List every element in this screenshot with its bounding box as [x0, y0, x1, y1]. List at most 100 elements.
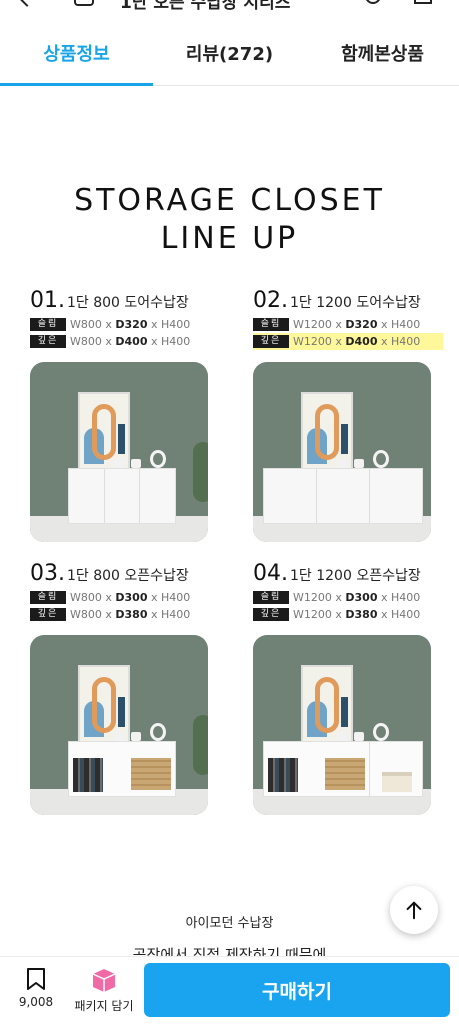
product-card-04[interactable]: 04. 1단 1200 오픈수납장 슬림 W1200 x D300 x H400…: [253, 561, 443, 815]
plant: [193, 715, 208, 775]
plant-pot: [114, 459, 124, 468]
spec-width: W800: [70, 335, 102, 348]
top-header: 1단 오픈 수납장 시리즈: [0, 0, 459, 12]
spec-sep: x: [380, 318, 388, 331]
spec-sep: x: [105, 335, 112, 348]
product-title: 03. 1단 800 오픈수납장: [30, 561, 220, 589]
spec-sep: x: [150, 335, 158, 348]
product-name: 1단 800 도어수납장: [67, 295, 189, 311]
product-card-03[interactable]: 03. 1단 800 오픈수납장 슬림 W800 x D300 x H400 깊…: [30, 561, 220, 815]
spec-height: H400: [391, 318, 421, 331]
spec-deep: 깊은 W800 x D400 x H400: [30, 333, 220, 350]
add-package-button[interactable]: 패키지 담기: [72, 967, 136, 1014]
deep-badge: 깊은: [253, 335, 289, 348]
plant: [193, 442, 208, 502]
product-tabs: 상품정보 리뷰(272) 함께본상품: [0, 20, 459, 86]
spec-depth: D400: [345, 335, 378, 348]
deep-badge: 깊은: [30, 608, 66, 621]
spec-sep: x: [335, 335, 342, 348]
scroll-to-top-button[interactable]: [390, 886, 438, 934]
product-photo[interactable]: [253, 362, 431, 542]
spec-deep: 깊은 W1200 x D380 x H400: [253, 606, 443, 623]
product-photo[interactable]: [30, 362, 208, 542]
spec-depth: D300: [345, 591, 378, 604]
slim-badge: 슬림: [253, 591, 289, 604]
arrow-up-icon: [406, 901, 422, 920]
plant-pot: [354, 459, 364, 468]
product-name: 1단 1200 오픈수납장: [290, 568, 421, 584]
spec-width: W1200: [293, 608, 332, 621]
product-title: 01. 1단 800 도어수납장: [30, 288, 220, 316]
product-number: 04.: [253, 561, 288, 586]
spec-height: H400: [161, 318, 191, 331]
basket: [131, 758, 171, 790]
search-icon[interactable]: [365, 0, 381, 4]
spec-sep: x: [335, 318, 342, 331]
lineup-heading-line2: LINE UP: [160, 221, 299, 256]
wishlist-count: 9,008: [18, 995, 54, 1009]
product-card-02[interactable]: 02. 1단 1200 도어수납장 슬림 W1200 x D320 x H400…: [253, 288, 443, 542]
bookmark-icon: [27, 968, 45, 990]
spec-sep: x: [105, 318, 112, 331]
spec-slim: 슬림 W800 x D300 x H400: [30, 589, 220, 606]
spec-sep: x: [380, 591, 388, 604]
open-cabinet: [68, 741, 176, 797]
books: [268, 758, 298, 792]
plant-pot: [337, 459, 347, 468]
cabinet: [68, 468, 176, 524]
deep-badge: 깊은: [30, 335, 66, 348]
spec-slim: 슬림 W1200 x D300 x H400: [253, 589, 443, 606]
spec-depth: D320: [345, 318, 378, 331]
spec-sep: x: [335, 608, 342, 621]
tab-reviews[interactable]: 리뷰(272): [153, 20, 306, 85]
spec-height: H400: [161, 608, 191, 621]
home-icon[interactable]: [74, 0, 94, 6]
tab-related-products[interactable]: 함께본상품: [306, 20, 459, 85]
back-icon[interactable]: [17, 0, 37, 7]
tab-product-info[interactable]: 상품정보: [0, 20, 153, 86]
product-name: 1단 1200 도어수납장: [290, 295, 421, 311]
product-card-01[interactable]: 01. 1단 800 도어수납장 슬림 W800 x D320 x H400 깊…: [30, 288, 220, 542]
package-icon: [92, 969, 116, 992]
product-number: 01.: [30, 288, 65, 313]
plant-pot: [354, 732, 364, 741]
bottom-action-bar: 9,008 패키지 담기 구매하기: [0, 956, 459, 1024]
wishlist-button[interactable]: 9,008: [6, 967, 66, 1009]
slim-badge: 슬림: [30, 318, 66, 331]
product-photo[interactable]: [30, 635, 208, 815]
plant-pot: [131, 732, 141, 741]
spec-deep: 깊은 W800 x D380 x H400: [30, 606, 220, 623]
spec-sep: x: [380, 335, 388, 348]
slim-badge: 슬림: [30, 591, 66, 604]
plant-pot: [337, 732, 347, 741]
spec-sep: x: [150, 318, 158, 331]
plant-pot: [114, 732, 124, 741]
basket: [324, 758, 365, 790]
spec-sep: x: [335, 591, 342, 604]
deep-badge: 깊은: [253, 608, 289, 621]
spec-width: W1200: [293, 318, 332, 331]
spec-slim: 슬림 W800 x D320 x H400: [30, 316, 220, 333]
spec-depth: D380: [115, 608, 148, 621]
cart-icon[interactable]: [414, 0, 432, 4]
ring-vase: [150, 450, 166, 468]
spec-height: H400: [391, 591, 421, 604]
spec-depth: D400: [115, 335, 148, 348]
cabinet: [263, 468, 423, 524]
product-name: 1단 800 오픈수납장: [67, 568, 189, 584]
spec-height: H400: [391, 608, 421, 621]
product-number: 02.: [253, 288, 288, 313]
spec-deep-highlighted: 깊은 W1200 x D400 x H400: [253, 333, 443, 350]
spec-depth: D380: [345, 608, 378, 621]
spec-width: W800: [70, 591, 102, 604]
ring-vase: [373, 723, 389, 741]
header-title: 1단 오픈 수납장 시리즈: [120, 0, 291, 12]
ring-vase: [373, 450, 389, 468]
buy-button[interactable]: 구매하기: [144, 963, 450, 1017]
spec-slim: 슬림 W1200 x D320 x H400: [253, 316, 443, 333]
spec-sep: x: [380, 608, 388, 621]
spec-width: W1200: [293, 591, 332, 604]
slim-badge: 슬림: [253, 318, 289, 331]
boxes: [381, 772, 412, 792]
product-photo[interactable]: [253, 635, 431, 815]
